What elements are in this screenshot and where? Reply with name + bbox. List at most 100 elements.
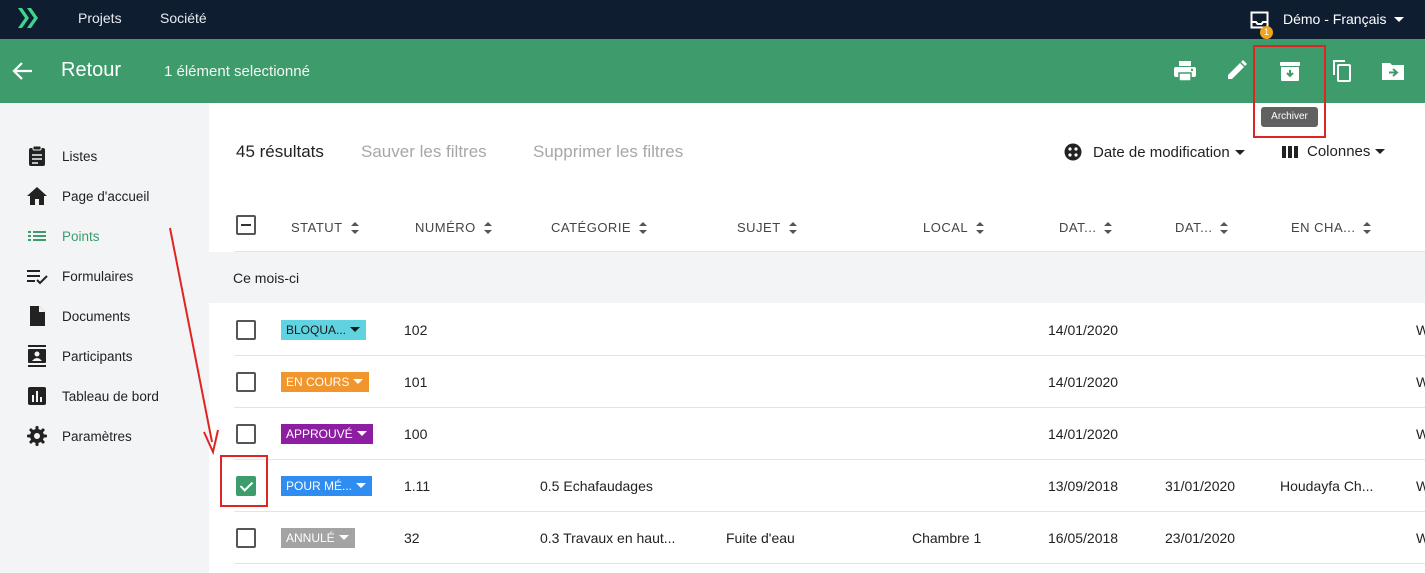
cell-numero: 100 xyxy=(404,426,428,442)
row-checkbox[interactable] xyxy=(236,320,256,340)
cell-en-charge: Houdayfa Ch... xyxy=(1280,478,1374,494)
status-badge[interactable]: EN COURS xyxy=(281,372,370,392)
status-badge[interactable]: BLOQUA... xyxy=(281,320,367,340)
archive-tooltip: Archiver xyxy=(1261,107,1318,127)
cell-numero: 101 xyxy=(404,374,428,390)
cell-numero: 102 xyxy=(404,322,428,338)
columns-icon xyxy=(1282,145,1298,158)
row-divider xyxy=(234,511,1425,512)
cell-date-1: 16/05/2018 xyxy=(1048,530,1119,546)
group-label: Ce mois-ci xyxy=(233,270,300,286)
bar-chart-icon xyxy=(28,387,46,405)
sort-icon xyxy=(483,221,492,234)
column-header-date-1[interactable]: DAT... xyxy=(1059,220,1113,235)
cell-categorie: 0.5 Echafaudages xyxy=(540,478,653,494)
results-count: 45 résultats xyxy=(236,142,324,161)
chevron-down-icon xyxy=(1375,149,1386,154)
select-all-checkbox[interactable] xyxy=(236,215,256,235)
column-header-categorie[interactable]: CATÉGORIE xyxy=(551,220,648,235)
cell-numero: 1.11 xyxy=(404,478,431,494)
save-filters-button[interactable]: Sauver les filtres xyxy=(361,142,487,162)
sort-icon xyxy=(788,221,797,234)
cell-truncated: W xyxy=(1416,426,1425,442)
chevron-down-icon xyxy=(1394,16,1405,22)
sidebar-item-label: Participants xyxy=(62,348,133,364)
row-divider xyxy=(234,459,1425,460)
cell-categorie: 0.3 Travaux en haut... xyxy=(540,530,676,546)
cell-date-2: 23/01/2020 xyxy=(1165,530,1236,546)
sort-icon xyxy=(976,221,985,234)
nav-projets[interactable]: Projets xyxy=(78,10,122,26)
sidebar-item-listes[interactable]: Listes xyxy=(0,136,209,176)
row-checkbox[interactable] xyxy=(236,424,256,444)
selection-action-bar: Retour 1 élément selectionné xyxy=(0,39,1425,103)
cell-date-1: 14/01/2020 xyxy=(1048,426,1119,442)
user-language-menu[interactable]: Démo - Français xyxy=(1283,11,1405,27)
status-badge[interactable]: APPROUVÉ xyxy=(281,424,373,444)
back-button[interactable]: Retour xyxy=(61,59,121,82)
status-badge[interactable]: ANNULÉ xyxy=(281,528,355,548)
cell-local: Chambre 1 xyxy=(912,530,982,546)
row-divider xyxy=(234,355,1425,356)
document-icon xyxy=(30,306,45,326)
checklist-icon xyxy=(27,270,48,285)
sidebar-item-accueil[interactable]: Page d'accueil xyxy=(0,176,209,216)
move-to-folder-icon[interactable] xyxy=(1381,60,1405,82)
cell-date-1: 14/01/2020 xyxy=(1048,322,1119,338)
sidebar-item-label: Tableau de bord xyxy=(62,388,159,404)
row-divider xyxy=(234,407,1425,408)
cell-numero: 32 xyxy=(404,530,420,546)
sidebar-item-label: Paramètres xyxy=(62,428,132,444)
cell-date-2: 31/01/2020 xyxy=(1165,478,1236,494)
selection-count: 1 élément selectionné xyxy=(164,63,310,80)
edit-pencil-icon[interactable] xyxy=(1225,60,1249,82)
home-icon xyxy=(27,187,47,205)
sidebar-item-label: Points xyxy=(62,228,100,244)
column-header-label: DAT... xyxy=(1059,220,1097,235)
user-menu-label: Démo - Français xyxy=(1283,11,1387,27)
column-header-en-charge[interactable]: EN CHA... xyxy=(1291,220,1372,235)
sort-icon xyxy=(1220,221,1229,234)
sort-palette-icon xyxy=(1064,143,1082,161)
nav-societe[interactable]: Société xyxy=(160,10,207,26)
sort-icon xyxy=(350,221,359,234)
column-header-local[interactable]: LOCAL xyxy=(923,220,985,235)
column-header-numero[interactable]: NUMÉRO xyxy=(415,220,492,235)
column-header-sujet[interactable]: SUJET xyxy=(737,220,797,235)
cell-truncated: W xyxy=(1416,478,1425,494)
column-header-statut[interactable]: STATUT xyxy=(291,220,359,235)
cell-sujet: Fuite d'eau xyxy=(726,530,795,546)
sidebar-item-label: Page d'accueil xyxy=(62,188,150,204)
cell-date-1: 13/09/2018 xyxy=(1048,478,1119,494)
cell-date-1: 14/01/2020 xyxy=(1048,374,1119,390)
cell-truncated: W xyxy=(1416,530,1425,546)
row-checkbox[interactable] xyxy=(236,372,256,392)
sort-icon xyxy=(639,221,648,234)
sort-dropdown[interactable]: Date de modification xyxy=(1064,143,1245,161)
columns-dropdown[interactable]: Colonnes xyxy=(1282,143,1386,160)
delete-filters-button[interactable]: Supprimer les filtres xyxy=(533,142,683,162)
notification-badge: 1 xyxy=(1260,26,1273,39)
sort-icon xyxy=(1363,221,1372,234)
sidebar-item-label: Listes xyxy=(62,148,98,164)
list-icon xyxy=(28,231,46,241)
sort-label: Date de modification xyxy=(1093,143,1230,161)
row-checkbox[interactable] xyxy=(236,528,256,548)
print-icon[interactable] xyxy=(1173,60,1197,82)
gear-icon xyxy=(27,426,47,446)
group-header-row xyxy=(209,252,1425,303)
column-header-label: EN CHA... xyxy=(1291,220,1356,235)
sidebar-item-label: Formulaires xyxy=(62,268,134,284)
duplicate-icon[interactable] xyxy=(1330,60,1354,82)
status-badge[interactable]: POUR MÉ... xyxy=(281,476,373,496)
top-navbar: Projets Société 1 Démo - Français xyxy=(0,0,1425,39)
columns-label: Colonnes xyxy=(1307,143,1371,160)
contact-card-icon xyxy=(28,345,46,367)
column-header-label: NUMÉRO xyxy=(415,220,476,235)
cell-truncated: W xyxy=(1416,374,1425,390)
app-logo-icon[interactable] xyxy=(16,7,40,29)
column-header-date-2[interactable]: DAT... xyxy=(1175,220,1229,235)
back-arrow-icon[interactable] xyxy=(12,61,34,81)
column-header-label: CATÉGORIE xyxy=(551,220,632,235)
column-header-label: LOCAL xyxy=(923,220,969,235)
